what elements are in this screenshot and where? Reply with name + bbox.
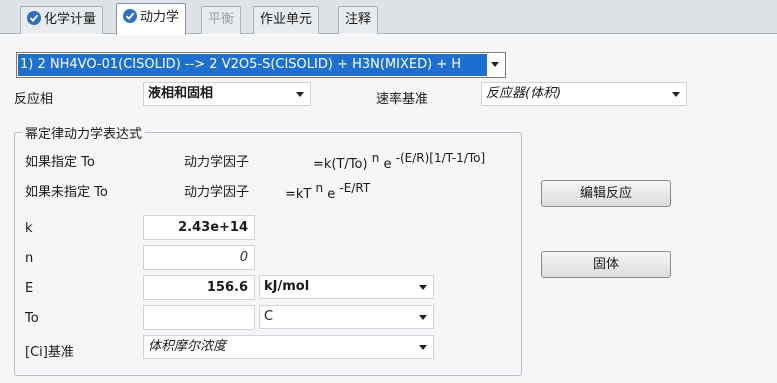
k-input[interactable]: 2.43e+14	[143, 215, 255, 240]
e-label: E	[25, 281, 34, 296]
kinetic-factor-label: 动力学因子	[184, 185, 250, 200]
reaction-select-value: 1) 2 NH4VO-01(CISOLID) --> 2 V2O5-S(CISO…	[18, 54, 487, 76]
edit-reaction-button[interactable]: 编辑反应	[541, 180, 671, 207]
formula-eq: =k(T/To)	[313, 157, 368, 172]
formula-n: n	[371, 151, 380, 165]
to-input[interactable]	[143, 305, 255, 330]
formula-n: n	[315, 181, 324, 195]
formula-e: e	[327, 187, 336, 202]
e-unit-select[interactable]: kJ/mol	[259, 275, 434, 299]
rate-expression-no-to: =kT n e -E/RT	[285, 181, 370, 202]
formula-exponent: -(E/R)[1/T-1/To]	[395, 151, 486, 165]
tab-equilibrium[interactable]: 平衡	[201, 6, 242, 34]
rate-basis-label: 速率基准	[376, 92, 429, 107]
check-icon	[27, 11, 41, 25]
tab-comments[interactable]: 注释	[338, 6, 379, 34]
ci-basis-select[interactable]: 体积摩尔浓度	[143, 335, 434, 359]
kinetic-factor-label: 动力学因子	[184, 155, 250, 170]
e-input[interactable]: 156.6	[143, 275, 255, 300]
tab-label: 作业单元	[260, 12, 313, 27]
ci-basis-value: 体积摩尔浓度	[148, 339, 227, 354]
to-specified-label: 如果指定 To	[25, 155, 95, 170]
chevron-down-icon	[672, 92, 680, 97]
tab-label: 注释	[345, 12, 372, 27]
formula-exponent: -E/RT	[339, 181, 371, 195]
reaction-select[interactable]: 1) 2 NH4VO-01(CISOLID) --> 2 V2O5-S(CISO…	[16, 52, 506, 78]
check-icon	[123, 9, 137, 23]
rate-expression-to: =k(T/To) n e -(E/R)[1/T-1/To]	[313, 151, 485, 172]
power-law-group-title: 幂定律动力学表达式	[22, 123, 146, 142]
tab-label: 动力学	[140, 10, 180, 25]
to-unspecified-label: 如果未指定 To	[25, 185, 108, 200]
phase-label: 反应相	[14, 92, 54, 107]
chevron-down-icon[interactable]	[491, 62, 499, 67]
tab-label: 化学计量	[44, 12, 97, 27]
rate-basis-select-value: 反应器(体积)	[486, 86, 562, 101]
e-unit-value: kJ/mol	[264, 279, 310, 294]
tab-stoichiometry[interactable]: 化学计量	[20, 6, 104, 34]
n-label: n	[25, 251, 34, 266]
tab-operation-unit[interactable]: 作业单元	[253, 6, 320, 34]
formula-eq: =kT	[285, 187, 312, 202]
tab-label: 平衡	[208, 12, 235, 27]
to-unit-select[interactable]: C	[259, 305, 434, 329]
chevron-down-icon	[296, 92, 304, 97]
phase-select[interactable]: 液相和固相	[143, 82, 311, 106]
tab-bar: 化学计量 动力学 平衡 作业单元 注释	[0, 0, 777, 35]
n-input[interactable]: 0	[143, 245, 255, 270]
solid-button[interactable]: 固体	[541, 251, 671, 278]
phase-select-value: 液相和固相	[148, 86, 214, 101]
chevron-down-icon	[419, 345, 427, 350]
to-unit-value: C	[264, 309, 274, 324]
kinetics-panel: 1) 2 NH4VO-01(CISOLID) --> 2 V2O5-S(CISO…	[0, 35, 777, 383]
rate-basis-select[interactable]: 反应器(体积)	[481, 82, 687, 106]
to-label: To	[25, 311, 39, 326]
ci-basis-label: [Ci]基准	[25, 345, 74, 360]
chevron-down-icon	[419, 285, 427, 290]
formula-e: e	[383, 157, 392, 172]
k-label: k	[25, 221, 33, 236]
tab-kinetics[interactable]: 动力学	[116, 3, 187, 35]
chevron-down-icon	[419, 315, 427, 320]
